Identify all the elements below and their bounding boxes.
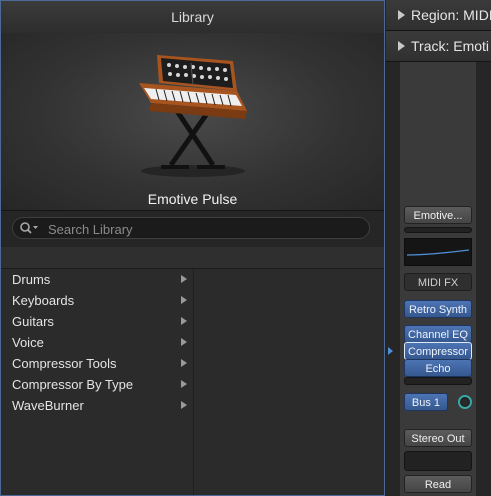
search-input[interactable]	[46, 220, 360, 238]
category-list: Drums Keyboards Guitars Voice Compressor…	[1, 269, 194, 495]
synthesizer-image	[139, 55, 247, 177]
chevron-right-icon	[181, 359, 187, 367]
chevron-right-icon	[181, 401, 187, 409]
subcategory-pane	[194, 269, 384, 495]
midi-fx-slot[interactable]: MIDI FX	[404, 273, 472, 291]
search-field[interactable]	[12, 217, 370, 239]
track-label: Track: Emoti	[411, 38, 490, 54]
category-item-compressor-tools[interactable]: Compressor Tools	[1, 353, 193, 374]
group-slot[interactable]	[404, 451, 472, 471]
search-icon[interactable]	[19, 221, 39, 235]
category-item-compressor-by-type[interactable]: Compressor By Type	[1, 374, 193, 395]
chevron-right-icon	[181, 338, 187, 346]
automation-mode-button[interactable]: Read	[404, 475, 472, 493]
patch-name: Emotive Pulse	[147, 191, 238, 207]
library-path-strip	[1, 247, 384, 269]
category-item-drums[interactable]: Drums	[1, 269, 193, 290]
setting-slot	[404, 227, 472, 233]
category-label: Voice	[12, 335, 44, 350]
disclosure-triangle-icon[interactable]	[398, 41, 405, 51]
output-button[interactable]: Stereo Out	[404, 429, 472, 447]
inspector-panel: Region: MIDI Track: Emoti Emotive... MID…	[386, 0, 491, 496]
category-label: Keyboards	[12, 293, 75, 308]
category-label: Guitars	[12, 314, 54, 329]
empty-insert-slot[interactable]	[404, 377, 472, 385]
search-bar	[1, 210, 384, 248]
patch-preview: Emotive Pulse	[1, 33, 384, 210]
insert-slot-2[interactable]: Compressor	[404, 342, 472, 360]
eq-thumbnail[interactable]	[404, 238, 472, 266]
insert-pointer-icon	[388, 347, 393, 355]
instrument-slot[interactable]: Retro Synth	[404, 300, 472, 318]
category-label: Compressor Tools	[12, 356, 117, 371]
chevron-right-icon	[181, 317, 187, 325]
chevron-right-icon	[181, 296, 187, 304]
library-title: Library	[1, 1, 384, 34]
region-disclosure[interactable]: Region: MIDI	[386, 0, 491, 31]
category-item-voice[interactable]: Voice	[1, 332, 193, 353]
send-slot[interactable]: Bus 1	[404, 393, 448, 411]
channel-strip: Emotive... MIDI FX Retro Synth Channel E…	[400, 62, 476, 496]
chevron-right-icon	[181, 380, 187, 388]
send-level-knob[interactable]	[458, 395, 472, 409]
category-label: Drums	[12, 272, 51, 287]
chevron-right-icon	[181, 275, 187, 283]
category-item-guitars[interactable]: Guitars	[1, 311, 193, 332]
category-item-keyboards[interactable]: Keyboards	[1, 290, 193, 311]
eq-curve	[406, 249, 470, 256]
category-label: Compressor By Type	[12, 377, 134, 392]
library-panel: Library Emotive Pulse Search Library Dru…	[0, 0, 385, 496]
category-label: WaveBurner	[12, 398, 84, 413]
track-disclosure[interactable]: Track: Emoti	[386, 31, 491, 62]
insert-slot-1[interactable]: Channel EQ	[404, 325, 472, 343]
insert-slot-3[interactable]: Echo	[404, 359, 472, 377]
region-label: Region: MIDI	[411, 7, 491, 23]
disclosure-triangle-icon[interactable]	[398, 10, 405, 20]
setting-button[interactable]: Emotive...	[404, 206, 472, 224]
category-item-waveburner[interactable]: WaveBurner	[1, 395, 193, 416]
